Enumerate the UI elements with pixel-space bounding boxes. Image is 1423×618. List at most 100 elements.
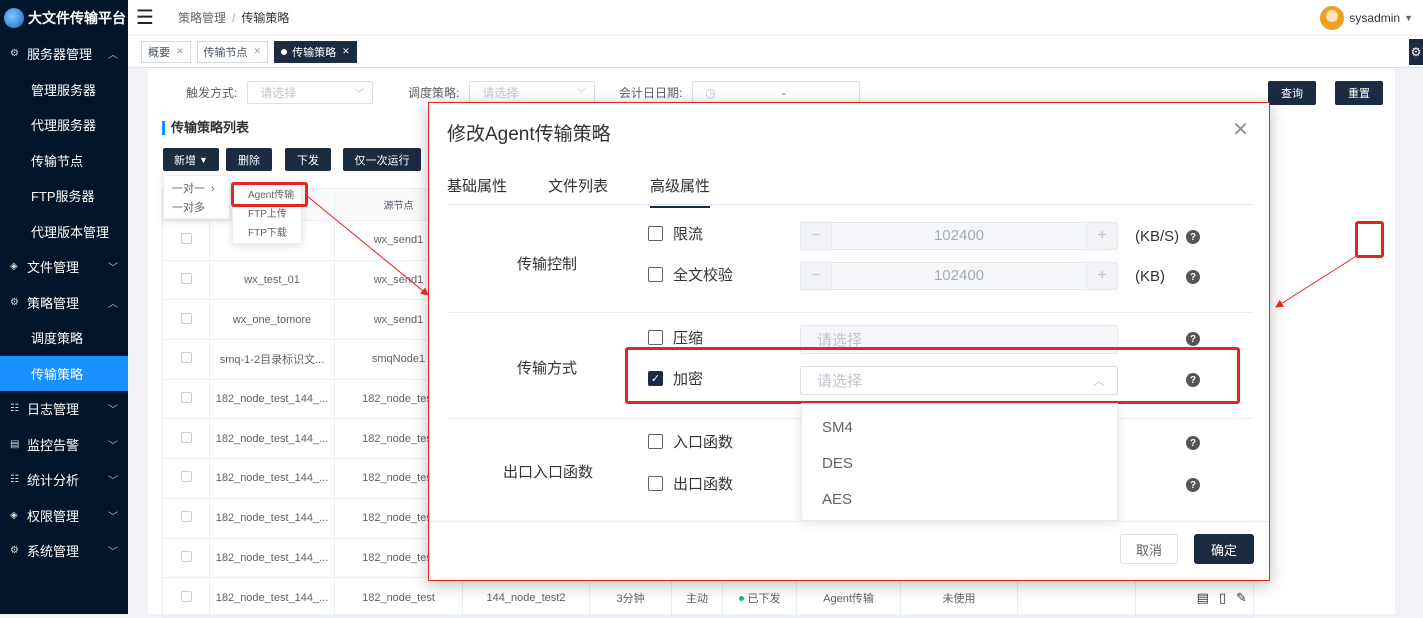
row-checkbox[interactable] bbox=[180, 392, 192, 404]
menu-transfer-policy[interactable]: 传输策略 bbox=[0, 355, 128, 391]
menu-policy-management[interactable]: ⚙ 策略管理 ︿ bbox=[0, 285, 128, 321]
date-range-picker[interactable]: ◷ - bbox=[692, 81, 861, 104]
breadcrumb-parent[interactable]: 策略管理 bbox=[178, 11, 226, 25]
query-button[interactable]: 查询 bbox=[1268, 81, 1316, 105]
menu-permission[interactable]: ◈ 权限管理 ﹀ bbox=[0, 498, 128, 534]
option-sm4[interactable]: SM4 bbox=[802, 410, 1117, 446]
cancel-button[interactable]: 取消 bbox=[1120, 534, 1178, 564]
menu-monitor-alarm[interactable]: ▤ 监控告警 ﹀ bbox=[0, 427, 128, 463]
help-icon[interactable]: ? bbox=[1186, 270, 1200, 284]
encrypt-options-dropdown: SM4 DES AES bbox=[801, 403, 1118, 521]
tab-basic[interactable]: 基础属性 bbox=[447, 175, 507, 196]
menu-ftp-server[interactable]: FTP服务器 bbox=[0, 178, 128, 214]
copy-icon[interactable]: ▯ bbox=[1219, 590, 1226, 606]
menu-toggle-icon[interactable]: ☰ bbox=[136, 5, 166, 30]
filter-schedule: 调度策略: 请选择 ﹀ bbox=[408, 81, 596, 104]
close-icon[interactable]: ✕ bbox=[1232, 117, 1249, 142]
row-checkbox[interactable] bbox=[180, 511, 192, 523]
minus-icon[interactable]: − bbox=[801, 223, 831, 249]
breadcrumb-current: 传输策略 bbox=[241, 11, 290, 25]
log-icon[interactable]: ▤ bbox=[1197, 590, 1209, 606]
annotation-box-encrypt bbox=[625, 347, 1240, 404]
dialog-title: 修改Agent传输策略 bbox=[447, 124, 611, 145]
trigger-select[interactable]: 请选择 ﹀ bbox=[247, 81, 374, 104]
delete-button[interactable]: 删除 bbox=[226, 148, 272, 171]
menu-item-ftp-upload[interactable]: FTP上传 bbox=[248, 205, 301, 224]
menu-manage-server[interactable]: 管理服务器 bbox=[0, 72, 128, 108]
menu-proxy-version[interactable]: 代理版本管理 bbox=[0, 214, 128, 250]
tab-advanced[interactable]: 高级属性 bbox=[650, 175, 711, 208]
chevron-down-icon: ﹀ bbox=[576, 89, 587, 100]
full-check-checkbox[interactable]: 全文校验 bbox=[648, 264, 733, 285]
dialog-footer: 取消 确定 bbox=[429, 521, 1269, 581]
row-checkbox[interactable] bbox=[180, 352, 192, 364]
menu-server-management[interactable]: ⚙ 服务器管理 ︿ bbox=[0, 36, 128, 72]
run-once-button[interactable]: 仅一次运行 bbox=[343, 148, 421, 171]
help-icon[interactable]: ? bbox=[1186, 436, 1200, 450]
row-checkbox[interactable] bbox=[180, 233, 192, 245]
section-io-functions: 出口入口函数 bbox=[503, 464, 594, 481]
add-button[interactable]: 新增 ▼ bbox=[163, 148, 219, 171]
confirm-button[interactable]: 确定 bbox=[1194, 534, 1254, 564]
plus-icon[interactable]: + bbox=[1087, 263, 1117, 289]
schedule-select[interactable]: 请选择 ﹀ bbox=[469, 81, 596, 104]
menu-schedule-policy[interactable]: 调度策略 bbox=[0, 320, 128, 356]
row-checkbox[interactable] bbox=[180, 550, 192, 562]
chevron-down-icon: ﹀ bbox=[108, 263, 118, 275]
sidebar: 大文件传输平台 ⚙ 服务器管理 ︿ 管理服务器 代理服务器 传输节点 FTP服务器 … bbox=[0, 0, 128, 614]
permission-icon: ◈ bbox=[10, 509, 18, 521]
option-des[interactable]: DES bbox=[802, 446, 1117, 482]
help-icon[interactable]: ? bbox=[1186, 478, 1200, 492]
settings-gear-icon[interactable]: ⚙ bbox=[1409, 39, 1423, 65]
row-checkbox[interactable] bbox=[180, 312, 192, 324]
close-icon[interactable]: ✕ bbox=[254, 46, 262, 57]
chevron-down-icon: ﹀ bbox=[108, 405, 118, 417]
row-checkbox[interactable] bbox=[180, 471, 192, 483]
entry-func-checkbox[interactable]: 入口函数 bbox=[648, 431, 733, 452]
minus-icon[interactable]: − bbox=[801, 263, 831, 289]
help-icon[interactable]: ? bbox=[1186, 230, 1200, 244]
rate-limit-stepper: −102400 + bbox=[800, 222, 1118, 250]
status-dot-icon bbox=[738, 596, 744, 602]
chevron-up-icon: ︿ bbox=[108, 50, 118, 62]
log-icon: ☷ bbox=[10, 403, 19, 415]
help-icon[interactable]: ? bbox=[1186, 332, 1200, 346]
menu-system[interactable]: ⚙ 系统管理 ﹀ bbox=[0, 533, 128, 569]
row-checkbox[interactable] bbox=[180, 431, 192, 443]
option-aes[interactable]: AES bbox=[802, 482, 1117, 518]
menu-transfer-node[interactable]: 传输节点 bbox=[0, 143, 128, 179]
annotation-box-edit bbox=[1355, 221, 1384, 258]
exit-func-checkbox[interactable]: 出口函数 bbox=[648, 473, 733, 494]
tab-transfer-policy[interactable]: 传输策略 ✕ bbox=[274, 40, 357, 63]
tab-transfer-node[interactable]: 传输节点 ✕ bbox=[196, 40, 269, 63]
menu-proxy-server[interactable]: 代理服务器 bbox=[0, 107, 128, 143]
menu-file-management[interactable]: ◈ 文件管理 ﹀ bbox=[0, 249, 128, 285]
reset-button[interactable]: 重置 bbox=[1335, 81, 1383, 105]
edit-icon[interactable]: ✎ bbox=[1236, 590, 1247, 606]
chevron-down-icon: ﹀ bbox=[108, 476, 118, 488]
rate-limit-checkbox[interactable]: 限流 bbox=[648, 223, 703, 244]
dispatch-button[interactable]: 下发 bbox=[285, 148, 331, 171]
menu-log-management[interactable]: ☷ 日志管理 ﹀ bbox=[0, 391, 128, 427]
system-icon: ⚙ bbox=[10, 545, 19, 557]
folder-icon: ◈ bbox=[10, 261, 18, 273]
top-bar: ☰ 策略管理 / 传输策略 sysadmin ▼ bbox=[128, 0, 1423, 36]
close-icon[interactable]: ✕ bbox=[176, 46, 184, 57]
app-title: 大文件传输平台 bbox=[28, 10, 126, 26]
logo-icon bbox=[4, 8, 24, 28]
plus-icon[interactable]: + bbox=[1087, 223, 1117, 249]
dialog-tabs: 基础属性 文件列表 高级属性 bbox=[447, 175, 1253, 208]
chevron-down-icon: ▼ bbox=[199, 154, 208, 165]
row-checkbox[interactable] bbox=[180, 273, 192, 285]
close-icon[interactable]: ✕ bbox=[342, 46, 350, 57]
compress-checkbox[interactable]: 压缩 bbox=[648, 327, 703, 348]
row-checkbox[interactable] bbox=[180, 590, 192, 602]
tab-file-list[interactable]: 文件列表 bbox=[548, 175, 608, 196]
user-menu[interactable]: sysadmin ▼ bbox=[1320, 6, 1413, 30]
breadcrumb: 策略管理 / 传输策略 bbox=[178, 11, 290, 25]
menu-item-ftp-download[interactable]: FTP下载 bbox=[248, 224, 301, 243]
menu-statistics[interactable]: ☷ 统计分析 ﹀ bbox=[0, 462, 128, 498]
menu-item-one-to-many[interactable]: 一对多 bbox=[172, 199, 221, 218]
tab-overview[interactable]: 概要 ✕ bbox=[141, 40, 191, 63]
menu-item-one-to-one[interactable]: 一对一 › bbox=[172, 180, 221, 199]
